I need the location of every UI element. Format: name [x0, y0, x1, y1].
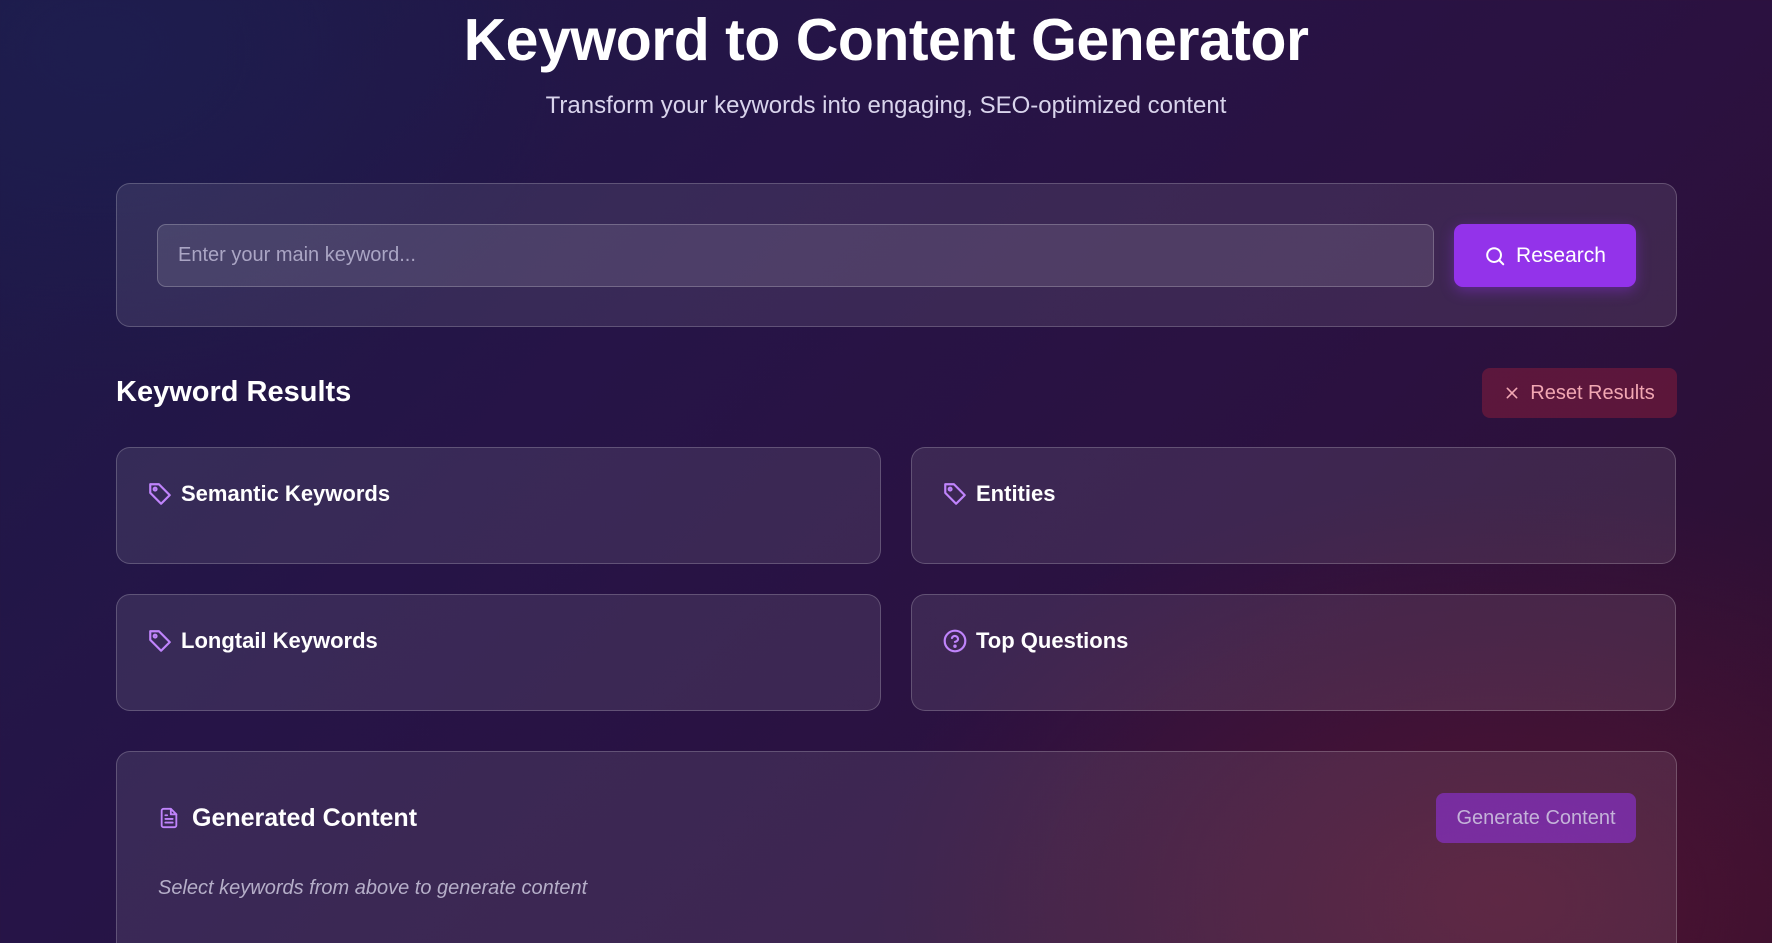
longtail-keywords-card[interactable]: Longtail Keywords: [116, 594, 881, 711]
card-title: Semantic Keywords: [181, 481, 391, 506]
card-title: Longtail Keywords: [181, 628, 378, 653]
tag-icon: [147, 481, 173, 507]
generated-content-title: Generated Content: [192, 804, 418, 832]
generate-content-button[interactable]: Generate Content: [1436, 793, 1636, 843]
tag-icon: [147, 628, 173, 654]
entities-card[interactable]: Entities: [911, 447, 1676, 564]
reset-results-button[interactable]: Reset Results: [1482, 368, 1677, 418]
research-button-label: Research: [1516, 243, 1606, 267]
tag-icon: [942, 481, 968, 507]
page-title: Keyword to Content Generator: [463, 7, 1309, 73]
semantic-keywords-card[interactable]: Semantic Keywords: [116, 447, 881, 564]
generate-hint-text: Select keywords from above to generate c…: [158, 877, 588, 899]
research-button[interactable]: Research: [1454, 224, 1636, 287]
top-questions-card[interactable]: Top Questions: [911, 594, 1676, 711]
search-icon: [1484, 245, 1506, 267]
keyword-input[interactable]: [157, 224, 1434, 287]
page-subtitle: Transform your keywords into engaging, S…: [545, 92, 1227, 119]
document-icon: [158, 806, 180, 830]
close-icon: [1504, 385, 1520, 401]
question-circle-icon: [942, 628, 968, 654]
reset-results-label: Reset Results: [1530, 381, 1655, 404]
keyword-results-title: Keyword Results: [116, 376, 352, 408]
generated-content-panel: [116, 751, 1677, 943]
card-title: Top Questions: [976, 628, 1129, 653]
card-title: Entities: [976, 481, 1056, 506]
